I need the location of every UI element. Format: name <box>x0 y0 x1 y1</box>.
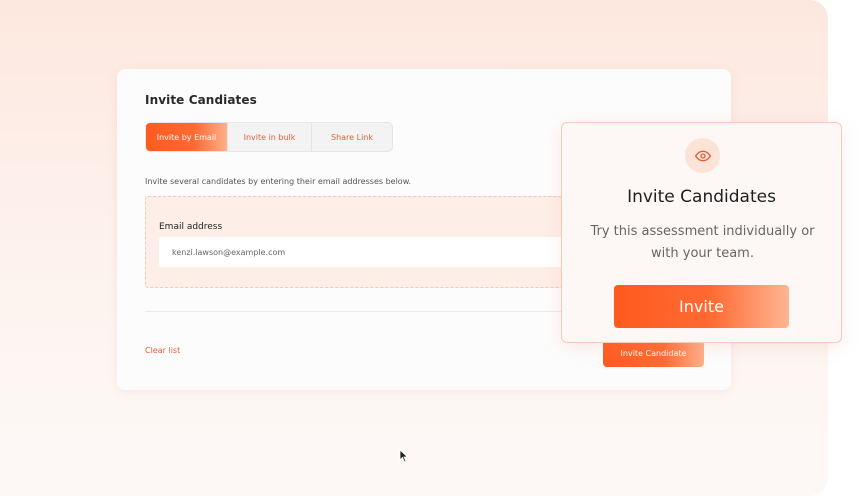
tab-invite-by-email[interactable]: Invite by Email <box>146 123 228 151</box>
tab-invite-in-bulk[interactable]: Invite in bulk <box>228 123 312 151</box>
invite-candidate-button[interactable]: Invite Candidate <box>603 340 704 367</box>
email-entry-area: Email address <box>145 196 586 288</box>
tab-share-link[interactable]: Share Link <box>312 123 392 151</box>
email-field-label: Email address <box>159 222 223 232</box>
popup-description: Try this assessment individually or with… <box>590 224 815 261</box>
eye-icon-badge <box>685 138 720 173</box>
eye-icon <box>694 150 711 161</box>
invite-popup-card: Invite Candidates Try this assessment in… <box>561 122 842 343</box>
divider <box>145 311 585 312</box>
invite-method-tabs: Invite by Email Invite in bulk Share Lin… <box>145 122 393 152</box>
popup-title: Invite Candidates <box>627 187 776 207</box>
card-title: Invite Candiates <box>145 93 257 107</box>
clear-list-link[interactable]: Clear list <box>145 346 180 355</box>
invite-button[interactable]: Invite <box>614 285 789 328</box>
mouse-cursor-icon <box>399 449 409 463</box>
email-field[interactable] <box>159 237 586 267</box>
helper-text: Invite several candidates by entering th… <box>145 177 412 186</box>
